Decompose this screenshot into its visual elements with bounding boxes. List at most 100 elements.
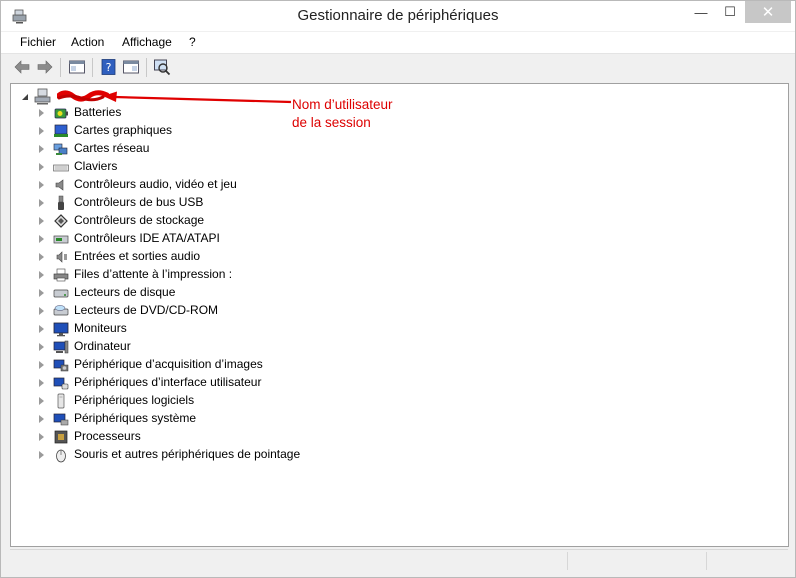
menu-affichage[interactable]: Affichage [122,35,172,49]
display-adapter-icon [54,124,68,137]
network-adapter-icon [53,143,68,155]
expand-arrow-icon[interactable] [39,109,44,117]
show-hide-console-tree-icon[interactable] [122,58,140,76]
tree-item-label: Contrôleurs de bus USB [74,195,204,209]
expand-arrow-icon[interactable] [39,379,44,387]
toolbar-separator [92,58,93,77]
tree-item[interactable]: Lecteurs de DVD/CD-ROM [39,302,439,320]
menu-help[interactable]: ? [189,35,196,49]
annotation-label: Nom d’utilisateur de la session [292,97,393,130]
expand-arrow-icon[interactable] [39,361,44,369]
tree-item[interactable]: Périphériques logiciels [39,392,439,410]
tree-item-label: Lecteurs de disque [74,285,176,299]
tree-item[interactable]: Contrôleurs audio, vidéo et jeu [39,176,439,194]
expand-arrow-icon[interactable] [39,433,44,441]
expand-arrow-icon[interactable] [39,217,44,225]
tree-item[interactable]: Contrôleurs de bus USB [39,194,439,212]
scan-hardware-icon[interactable] [153,58,171,76]
tree-item[interactable]: Processeurs [39,428,439,446]
tree-item-label: Moniteurs [74,321,127,335]
tree-item[interactable]: Claviers [39,158,439,176]
tree-item-label: Ordinateur [74,339,131,353]
back-arrow-icon[interactable] [13,58,31,76]
computer-icon [34,88,51,105]
tree-item-label: Périphériques logiciels [74,393,195,407]
battery-icon [54,108,68,119]
tree-item-label: Contrôleurs IDE ATA/ATAPI [74,231,220,245]
tree-item-label: Souris et autres périphériques de pointa… [74,447,301,461]
tree-item[interactable]: Souris et autres périphériques de pointa… [39,446,439,464]
device-tree-panel: Batteries Cartes graphiques Cartes réseau C… [10,83,789,547]
collapse-arrow-icon[interactable] [21,93,29,101]
forward-arrow-icon[interactable] [36,58,54,76]
expand-arrow-icon[interactable] [39,145,44,153]
svg-text:?: ? [106,61,112,74]
tree-item-label: Périphérique d’acquisition d’images [74,357,263,371]
properties-panel-icon[interactable] [68,58,86,76]
tree-item[interactable]: Périphériques système [39,410,439,428]
tree-item-label: Claviers [74,159,118,173]
help-icon[interactable]: ? [100,58,118,76]
status-divider [706,552,707,570]
expand-arrow-icon[interactable] [39,163,44,171]
tree-item[interactable]: Ordinateur [39,338,439,356]
expand-arrow-icon[interactable] [39,415,44,423]
expand-arrow-icon[interactable] [39,181,44,189]
tree-item-label: Files d’attente à l’impression : [74,267,233,281]
minimize-button[interactable]: — [687,1,715,23]
storage-controller-icon [54,214,68,228]
tree-item[interactable]: Contrôleurs IDE ATA/ATAPI [39,230,439,248]
expand-arrow-icon[interactable] [39,325,44,333]
tree-item[interactable]: Moniteurs [39,320,439,338]
disk-drive-icon [53,289,69,298]
tree-item-label: Lecteurs de DVD/CD-ROM [74,303,219,317]
camera-icon [53,359,69,372]
expand-arrow-icon[interactable] [39,289,44,297]
printer-icon [53,268,69,282]
tree-item[interactable]: Entrées et sorties audio [39,248,439,266]
tree-item[interactable]: Périphérique d’acquisition d’images [39,356,439,374]
expand-arrow-icon[interactable] [39,397,44,405]
expand-arrow-icon[interactable] [39,199,44,207]
tree-item[interactable]: Files d’attente à l’impression : [39,266,439,284]
device-manager-window: Gestionnaire de périphériques — ☐ ✕ Fich… [0,0,796,578]
dvd-drive-icon [53,305,69,316]
tree-item-label: Batteries [74,105,122,119]
hid-icon [53,377,69,390]
software-device-icon [57,393,65,409]
tree-item-label: Contrôleurs audio, vidéo et jeu [74,177,237,191]
menu-action[interactable]: Action [71,35,104,49]
tree-item-label: Cartes graphiques [74,123,173,137]
expand-arrow-icon[interactable] [39,127,44,135]
tree-item[interactable]: Cartes réseau [39,140,439,158]
audio-io-icon [56,251,67,263]
processor-icon [54,430,68,444]
tree-item-label: Cartes réseau [74,141,150,155]
monitor-icon [53,322,69,337]
tree-item-label: Entrées et sorties audio [74,249,201,263]
menu-fichier[interactable]: Fichier [20,35,56,49]
keyboard-icon [53,164,69,172]
expand-arrow-icon[interactable] [39,271,44,279]
ide-controller-icon [53,235,69,244]
window-title: Gestionnaire de périphériques [297,7,499,24]
expand-arrow-icon[interactable] [39,253,44,261]
expand-arrow-icon[interactable] [39,343,44,351]
status-divider [567,552,568,570]
title-bar[interactable]: Gestionnaire de périphériques — ☐ ✕ [1,1,795,31]
tree-item-label: Périphériques d’interface utilisateur [74,375,262,389]
maximize-button[interactable]: ☐ [716,1,744,23]
annotation-arrow [103,91,292,104]
toolbar: ? [1,54,795,81]
status-bar [10,549,788,572]
tree-item[interactable]: Contrôleurs de stockage [39,212,439,230]
toolbar-separator [146,58,147,77]
expand-arrow-icon[interactable] [39,307,44,315]
close-button[interactable]: ✕ [745,1,791,23]
expand-arrow-icon[interactable] [39,451,44,459]
computer-icon [53,340,69,354]
tree-item-label: Périphériques système [74,411,197,425]
tree-item[interactable]: Lecteurs de disque [39,284,439,302]
tree-item[interactable]: Périphériques d’interface utilisateur [39,374,439,392]
expand-arrow-icon[interactable] [39,235,44,243]
